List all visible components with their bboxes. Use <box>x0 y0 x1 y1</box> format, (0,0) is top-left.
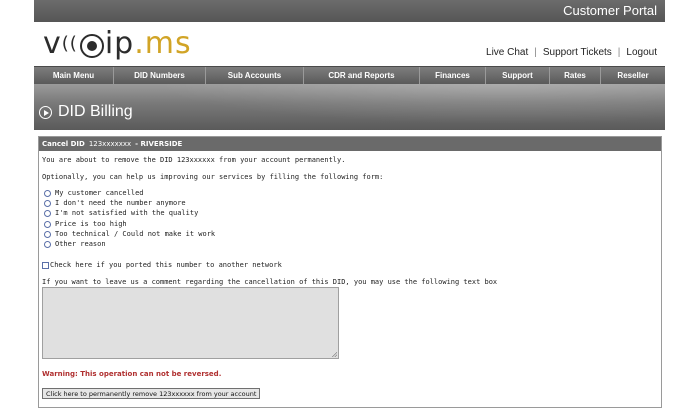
logo-waves-icon: (( <box>61 33 78 54</box>
feedback-prompt: Optionally, you can help us improving ou… <box>42 173 384 181</box>
logo-letters-ip: ip <box>104 26 135 61</box>
logo-circle-icon <box>79 34 104 58</box>
panel-header-prefix: Cancel DID <box>42 140 85 148</box>
main-nav: Main Menu DID Numbers Sub Accounts CDR a… <box>34 66 665 85</box>
remove-did-button[interactable]: Click here to permanently remove 123xxxx… <box>42 388 261 399</box>
nav-item-finances[interactable]: Finances <box>420 67 486 84</box>
comment-prompt: If you want to leave us a comment regard… <box>42 278 498 286</box>
reason-label: Other reason <box>55 240 106 248</box>
nav-item-support[interactable]: Support <box>486 67 550 84</box>
nav-item-did-numbers[interactable]: DID Numbers <box>114 67 206 84</box>
link-separator: | <box>534 47 537 58</box>
radio-button[interactable] <box>44 240 51 248</box>
radio-button[interactable] <box>44 189 51 197</box>
ported-checkbox[interactable] <box>42 261 49 269</box>
page-banner: DID Billing <box>34 84 665 130</box>
logo-ms: .ms <box>134 26 192 61</box>
top-links: Live Chat | Support Tickets | Logout <box>486 47 657 58</box>
header: v (( ip .ms Live Chat | Support Tickets … <box>34 22 665 66</box>
panel-header: Cancel DID 123xxxxxxx - RIVERSIDE <box>39 137 661 151</box>
link-separator: | <box>617 47 621 58</box>
arrow-right-circle-icon <box>39 106 52 119</box>
ported-checkbox-row[interactable]: Check here if you ported this number to … <box>42 261 282 269</box>
warning-text: Warning: This operation can not be rever… <box>42 370 222 378</box>
reason-option[interactable]: My customer cancelled <box>44 189 144 197</box>
panel-header-suffix: - RIVERSIDE <box>135 140 183 148</box>
nav-item-rates[interactable]: Rates <box>550 67 601 84</box>
reason-option[interactable]: Price is too high <box>44 220 127 228</box>
ported-checkbox-label: Check here if you ported this number to … <box>50 261 282 269</box>
reason-option[interactable]: Too technical / Could not make it work <box>44 230 215 238</box>
reason-label: My customer cancelled <box>55 189 144 197</box>
cancel-did-panel: Cancel DID 123xxxxxxx - RIVERSIDE You ar… <box>38 136 662 408</box>
radio-button[interactable] <box>44 220 51 228</box>
comment-textarea[interactable] <box>42 287 339 359</box>
reason-label: I don't need the number anymore <box>55 199 186 207</box>
live-chat-link[interactable]: Live Chat <box>486 47 528 58</box>
top-bar: Customer Portal <box>34 0 665 22</box>
resize-grip-icon[interactable] <box>332 352 337 357</box>
reason-option[interactable]: Other reason <box>44 240 106 248</box>
reason-option[interactable]: I don't need the number anymore <box>44 199 186 207</box>
logout-link[interactable]: Logout <box>626 47 657 58</box>
portal-title: Customer Portal <box>563 3 657 18</box>
voipms-logo[interactable]: v (( ip .ms <box>43 27 192 61</box>
reason-label: I'm not satisfied with the quality <box>55 209 199 217</box>
logo-letter-v: v <box>43 26 62 61</box>
radio-button[interactable] <box>44 230 51 238</box>
reason-label: Price is too high <box>55 220 127 228</box>
nav-item-sub-accounts[interactable]: Sub Accounts <box>206 67 304 84</box>
reason-option[interactable]: I'm not satisfied with the quality <box>44 209 198 217</box>
nav-item-cdr-and-reports[interactable]: CDR and Reports <box>304 67 420 84</box>
page: Customer Portal v (( ip .ms Live Chat | … <box>34 0 665 413</box>
intro-text: You are about to remove the DID 123xxxxx… <box>42 156 346 164</box>
radio-button[interactable] <box>44 209 51 217</box>
radio-button[interactable] <box>44 199 51 207</box>
page-title: DID Billing <box>58 103 133 120</box>
nav-item-reseller[interactable]: Reseller <box>601 67 665 84</box>
reason-label: Too technical / Could not make it work <box>55 230 216 238</box>
panel-header-did: 123xxxxxxx <box>88 140 132 148</box>
support-tickets-link[interactable]: Support Tickets <box>543 47 612 58</box>
nav-item-main-menu[interactable]: Main Menu <box>34 67 114 84</box>
